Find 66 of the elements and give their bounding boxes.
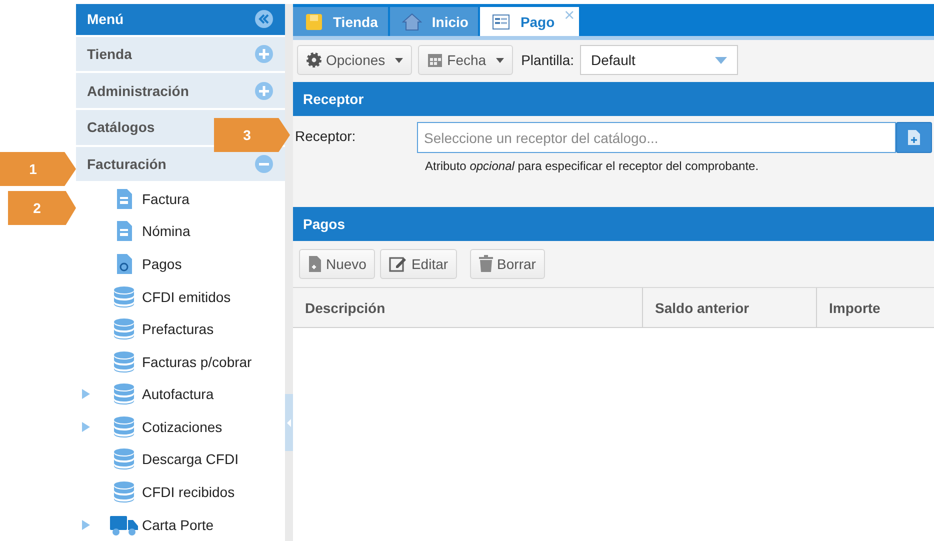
step-tooltip: 3 [214,118,290,152]
toolbar-button[interactable]: Nuevo [299,249,376,279]
pencil-icon [389,255,408,273]
menu-title: Menú [87,11,124,28]
collapse-icon[interactable] [255,155,273,174]
truck-icon [110,514,138,536]
collapse-icon[interactable] [255,10,273,28]
column-header[interactable]: Descripción [293,288,643,327]
expand-arrow-icon[interactable] [82,389,90,400]
gear-icon [306,52,322,68]
menu-item[interactable]: Descarga CFDI [76,443,285,476]
menu-item[interactable]: Cotizaciones [76,410,285,444]
expand-icon[interactable] [255,82,273,100]
tab[interactable]: Pago × [480,7,579,36]
toolbar-button[interactable]: Opciones [297,45,412,75]
house-icon [402,12,422,30]
expand-icon[interactable] [255,45,273,64]
database-icon [112,481,134,504]
database-icon [112,318,134,340]
toolbar-button[interactable]: Borrar [470,249,545,279]
database-icon [112,350,134,373]
toolbar-button[interactable]: Editar [380,249,458,279]
expand-arrow-icon[interactable] [82,422,90,432]
template-dropdown[interactable]: Default [580,45,738,75]
splitter-handle[interactable] [285,394,293,451]
column-header[interactable]: Saldo anterior [643,288,817,327]
receptor-field[interactable]: Seleccione un receptor del catálogo... [417,122,896,153]
database-icon [112,383,134,406]
menu-section[interactable]: Facturación [76,146,285,182]
toolbar-button[interactable]: Fecha [418,45,514,75]
menu-item[interactable]: Prefacturas [76,312,285,346]
document-icon [116,221,132,242]
field-label: Plantilla: [521,52,574,68]
step-tooltip: 2 [8,191,76,225]
coin-document-icon [116,254,132,274]
menu-item[interactable]: CFDI recibidos [76,476,285,508]
document-icon [116,188,132,209]
menu-item[interactable]: Facturas p/cobrar [76,345,285,378]
hint-text: Atributo opcional para especificar el receptor del comprobante. [425,159,760,173]
caret-icon [496,58,504,62]
menu-item[interactable]: Carta Porte [76,508,285,541]
add-button[interactable] [896,122,932,153]
menu-item[interactable]: Autofactura [76,378,285,411]
trash-icon [479,255,494,273]
menu-section[interactable]: Administración [76,73,285,108]
menu-item[interactable]: Factura [76,182,285,216]
form-icon [492,14,510,30]
caret-icon [715,56,727,64]
expand-arrow-icon[interactable] [82,520,90,530]
menu-section[interactable]: Tienda [76,36,285,72]
menu-item[interactable]: CFDI emitidos [76,280,285,313]
panel-title: Pagos [303,216,346,232]
step-tooltip: 1 [0,152,76,186]
caret-icon [395,58,404,62]
panel-title: Receptor [303,91,364,107]
column-header[interactable]: Importe [817,288,934,327]
database-icon [112,448,134,470]
calendar-icon [427,52,444,68]
new-document-icon [308,255,322,273]
sticky-note-icon [305,12,323,30]
menu-item[interactable]: Nómina [76,215,285,248]
menu-item[interactable]: Pagos [76,248,285,280]
field-label: Receptor: [295,127,357,144]
add-document-icon [908,130,920,145]
database-icon [112,416,134,438]
database-icon [112,286,134,308]
